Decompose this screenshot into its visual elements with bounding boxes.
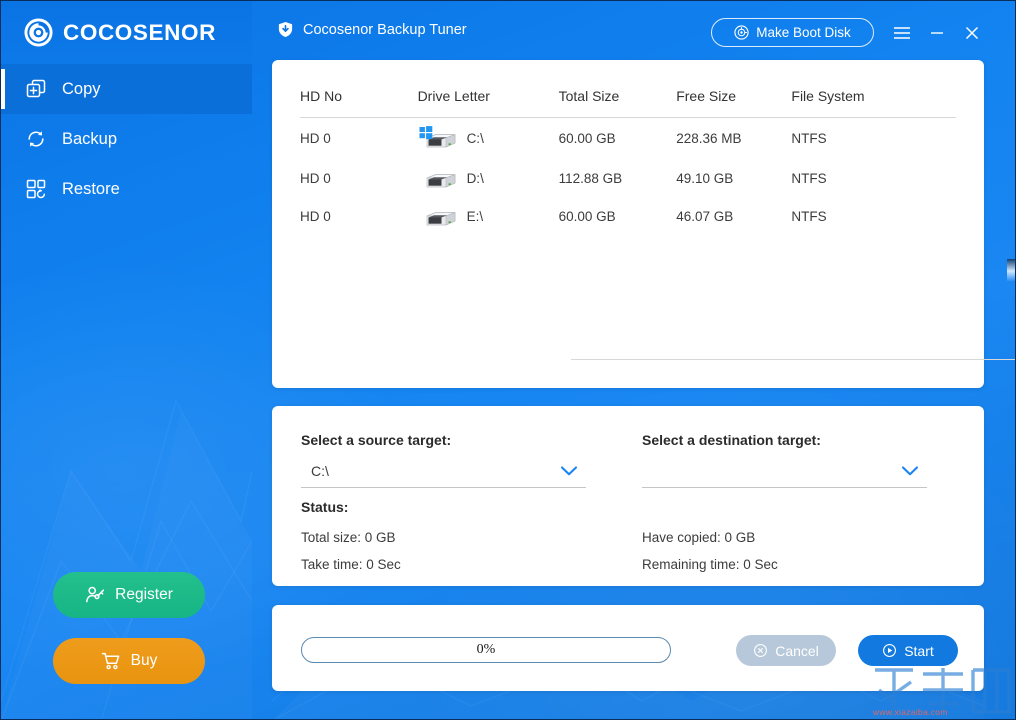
start-label: Start [904, 642, 934, 659]
sidebar-item-label: Backup [62, 129, 118, 148]
source-target-group: Select a source target: C:\ [301, 432, 586, 488]
cell-file-system: NTFS [791, 171, 827, 186]
brand-name: COCOSENOR [63, 19, 216, 45]
cell-free-size: 228.36 MB [676, 131, 742, 147]
copy-plus-icon [26, 79, 46, 98]
source-target-label: Select a source target: [301, 432, 452, 448]
cell-drive-letter: D:\ [418, 160, 559, 198]
make-boot-disk-label: Make Boot Disk [756, 25, 851, 40]
play-circle-icon [883, 644, 897, 657]
column-header-total-size: Total Size [558, 60, 677, 118]
cell-file-system: NTFS [791, 131, 827, 147]
disc-icon [734, 25, 749, 40]
drive-letter-text: E:\ [466, 209, 484, 224]
refresh-cycle-icon [28, 131, 44, 147]
progress-bar: 0% [301, 637, 671, 663]
app-title-area: Cocosenor Backup Tuner [277, 21, 467, 38]
cell-total-size: 60.00 GB [558, 209, 616, 224]
window-edge-sliver [1007, 259, 1015, 281]
chevron-down-icon [560, 466, 578, 476]
destination-target-group: Select a destination target: [642, 432, 927, 488]
close-button[interactable] [958, 19, 986, 47]
hard-drive-windows-icon [419, 125, 455, 148]
table-row[interactable]: HD 0 E:\ 60.00 GB 46.07 GB NTFS [300, 198, 956, 236]
table-bottom-divider [571, 359, 1015, 360]
sidebar-item-copy[interactable]: Copy [1, 64, 252, 114]
destination-target-dropdown[interactable] [642, 459, 927, 488]
cell-hd-no: HD 0 [300, 209, 331, 224]
drive-letter-text: D:\ [466, 171, 484, 186]
application-window: COCOSENOR Cocosenor Backup Tuner Make Bo… [0, 0, 1016, 720]
table-row[interactable]: HD 0 D:\ 112.88 GB 49.10 GB NTFS [300, 160, 956, 198]
register-label: Register [115, 586, 173, 603]
sidebar: Copy Backup Restore Register Buy [1, 64, 252, 719]
title-bar: COCOSENOR Cocosenor Backup Tuner Make Bo… [1, 1, 1015, 64]
cell-file-system: NTFS [791, 209, 827, 224]
cancel-label: Cancel [775, 642, 819, 659]
cell-drive-letter: E:\ [418, 198, 559, 236]
source-target-dropdown[interactable]: C:\ [301, 459, 586, 488]
table-header-row: HD No Drive Letter Total Size Free Size … [300, 60, 956, 118]
table-row[interactable]: HD 0 C:\ 60.00 GB 228.36 MB NTFS [300, 118, 956, 160]
cell-hd-no: HD 0 [300, 131, 331, 147]
hard-drive-icon [426, 211, 455, 226]
cell-total-size: 112.88 GB [558, 171, 623, 186]
drive-letter-text: C:\ [466, 131, 484, 147]
shield-download-icon [278, 21, 293, 38]
source-target-value: C:\ [311, 463, 329, 479]
status-have-copied: Have copied: 0 GB [642, 530, 756, 545]
status-label: Status: [301, 499, 349, 515]
restore-grid-icon [26, 179, 46, 199]
cell-free-size: 49.10 GB [676, 171, 734, 186]
watermark-url: www.xiazaiba.com [873, 707, 948, 717]
progress-percent-label: 0% [476, 642, 496, 657]
column-header-drive-letter: Drive Letter [417, 60, 559, 118]
cell-drive-letter: C:\ [418, 118, 559, 160]
sidebar-item-restore[interactable]: Restore [1, 164, 252, 214]
target-select-panel: Select a source target: C:\ Select a des… [272, 406, 984, 586]
minimize-icon [931, 32, 943, 34]
cell-total-size: 60.00 GB [558, 131, 616, 147]
make-boot-disk-button[interactable]: Make Boot Disk [711, 18, 874, 47]
shopping-cart-icon [101, 652, 119, 670]
minimize-button[interactable] [923, 19, 951, 47]
close-icon [965, 26, 979, 40]
cancel-circle-icon [754, 644, 768, 657]
status-take-time: Take time: 0 Sec [301, 557, 401, 572]
sidebar-item-label: Restore [62, 179, 120, 198]
column-header-free-size: Free Size [676, 60, 792, 118]
status-remaining-time: Remaining time: 0 Sec [642, 557, 778, 572]
cocosenor-logo-icon [24, 18, 53, 47]
register-button[interactable]: Register [53, 572, 205, 618]
cell-free-size: 46.07 GB [676, 209, 734, 224]
cell-hd-no: HD 0 [300, 171, 331, 186]
sidebar-item-backup[interactable]: Backup [1, 114, 252, 164]
status-total-size: Total size: 0 GB [301, 530, 396, 545]
buy-label: Buy [130, 652, 158, 669]
column-header-hd-no: HD No [300, 60, 418, 118]
sidebar-item-label: Copy [62, 79, 101, 98]
hamburger-menu-icon [894, 27, 910, 39]
app-title: Cocosenor Backup Tuner [303, 21, 467, 38]
column-header-file-system: File System [791, 60, 956, 118]
hard-drive-icon [426, 173, 455, 188]
destination-target-label: Select a destination target: [642, 432, 821, 448]
chevron-down-icon [901, 466, 919, 476]
action-panel: 0% Cancel Start [272, 605, 984, 691]
brand-area: COCOSENOR [1, 1, 252, 64]
drives-table: HD No Drive Letter Total Size Free Size … [300, 60, 956, 236]
start-button[interactable]: Start [858, 635, 958, 666]
buy-button[interactable]: Buy [53, 638, 205, 684]
user-key-icon [86, 586, 105, 603]
cancel-button[interactable]: Cancel [736, 635, 836, 666]
drives-panel: HD No Drive Letter Total Size Free Size … [272, 60, 1015, 388]
hamburger-menu-button[interactable] [888, 19, 916, 47]
